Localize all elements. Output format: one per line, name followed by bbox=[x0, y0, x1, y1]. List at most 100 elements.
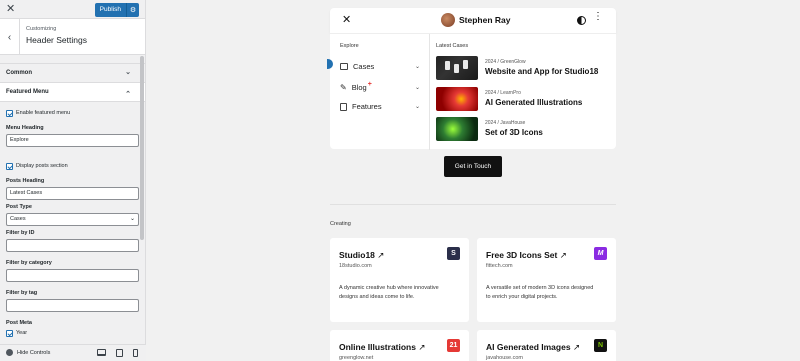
creating-heading: Creating bbox=[330, 221, 351, 227]
project-card[interactable]: Free 3D Icons Set ↗ fittech.com A versat… bbox=[477, 238, 616, 322]
year-row[interactable]: Year bbox=[6, 328, 139, 338]
external-link-icon: ↗ bbox=[418, 342, 426, 352]
section-title: Header Settings bbox=[26, 35, 87, 45]
menu-item-features[interactable]: Features ⌄ bbox=[340, 102, 420, 111]
display-posts-row[interactable]: Display posts section bbox=[6, 161, 139, 171]
project-domain: javahouse.com bbox=[486, 355, 523, 361]
project-domain: fittech.com bbox=[486, 263, 513, 269]
hide-controls-label: Hide Controls bbox=[17, 349, 51, 356]
chevron-down-icon: ⌄ bbox=[125, 69, 131, 76]
desktop-preview-icon[interactable] bbox=[97, 349, 106, 356]
menu-heading-input[interactable]: Explore bbox=[6, 134, 139, 147]
project-card[interactable]: Online Illustrations ↗ greenglow.net 21 bbox=[330, 330, 469, 361]
more-options-icon[interactable]: ⋮ bbox=[593, 12, 603, 22]
customizer-focus-marker[interactable] bbox=[327, 59, 333, 69]
accordion-featured-menu[interactable]: Featured Menu ⌃ bbox=[0, 83, 145, 102]
year-label: Year bbox=[16, 330, 28, 336]
site-header: ✕ Stephen Ray ⋮ bbox=[330, 8, 616, 33]
project-logo: M bbox=[594, 247, 607, 260]
site-preview: ✕ Stephen Ray ⋮ Explore Cases ⌄ ✎ Blog +… bbox=[146, 0, 800, 361]
spacer bbox=[0, 55, 145, 64]
publish-button[interactable]: Publish bbox=[94, 3, 127, 17]
menu-heading-label: Menu Heading bbox=[6, 125, 44, 131]
enable-featured-checkbox[interactable] bbox=[6, 109, 13, 117]
case-thumbnail bbox=[436, 87, 478, 111]
post-type-value: Cases bbox=[10, 216, 26, 222]
featured-menu: Explore Cases ⌄ ✎ Blog + ⌄ Features ⌄ La… bbox=[327, 33, 616, 150]
accordion-common[interactable]: Common ⌄ bbox=[0, 64, 145, 83]
site-owner-name[interactable]: Stephen Ray bbox=[459, 15, 511, 25]
post-type-select[interactable]: Cases ⌄ bbox=[6, 213, 139, 226]
close-menu-icon[interactable]: ✕ bbox=[342, 13, 351, 26]
collapse-icon bbox=[6, 349, 13, 356]
explore-heading: Explore bbox=[340, 43, 359, 49]
latest-cases-heading: Latest Cases bbox=[436, 43, 469, 49]
sidebar-scrollbar[interactable] bbox=[140, 56, 144, 240]
filter-id-input[interactable] bbox=[6, 239, 139, 252]
back-button[interactable]: ‹ bbox=[0, 19, 20, 55]
accordion-featured-label: Featured Menu bbox=[6, 89, 49, 95]
project-title[interactable]: Online Illustrations ↗ bbox=[339, 342, 425, 353]
chevron-down-icon: ⌄ bbox=[129, 216, 135, 222]
external-link-icon: ↗ bbox=[377, 250, 385, 260]
project-domain: greenglow.net bbox=[339, 355, 374, 361]
display-posts-checkbox[interactable] bbox=[6, 162, 13, 170]
menu-item-blog[interactable]: ✎ Blog + ⌄ bbox=[340, 81, 420, 92]
contrast-toggle-icon[interactable] bbox=[577, 16, 586, 25]
project-card[interactable]: AI Generated Images ↗ javahouse.com N bbox=[477, 330, 616, 361]
accordion-common-label: Common bbox=[6, 70, 32, 76]
project-domain: 18studio.com bbox=[339, 263, 372, 269]
customizer-footer: Hide Controls bbox=[0, 344, 146, 361]
post-meta-label: Post Meta bbox=[6, 320, 32, 326]
project-logo: 21 bbox=[447, 339, 460, 352]
section-subtitle: Customizing bbox=[26, 26, 57, 32]
briefcase-icon bbox=[340, 63, 348, 70]
new-badge: + bbox=[367, 81, 372, 88]
publish-group: Publish ⚙ bbox=[94, 3, 139, 17]
project-card[interactable]: Studio18 ↗ 18studio.com A dynamic creati… bbox=[330, 238, 469, 322]
external-link-icon: ↗ bbox=[559, 250, 567, 260]
avatar bbox=[441, 13, 455, 27]
mobile-preview-icon[interactable] bbox=[133, 349, 138, 357]
case-meta: 2024 / JavaHouse bbox=[485, 120, 526, 126]
project-title[interactable]: Free 3D Icons Set ↗ bbox=[486, 250, 567, 261]
tablet-preview-icon[interactable] bbox=[116, 349, 123, 357]
section-divider bbox=[330, 204, 616, 205]
case-title: Website and App for Studio18 bbox=[485, 67, 599, 76]
filter-category-input[interactable] bbox=[6, 269, 139, 282]
project-title[interactable]: AI Generated Images ↗ bbox=[486, 342, 580, 353]
pen-icon: ✎ bbox=[340, 83, 347, 92]
menu-item-label: Blog bbox=[351, 83, 367, 92]
case-title: AI Generated Illustrations bbox=[485, 98, 583, 107]
menu-item-cases[interactable]: Cases ⌄ bbox=[340, 62, 420, 71]
enable-featured-row[interactable]: Enable featured menu bbox=[6, 108, 139, 118]
customizer-sidebar: ✕ Publish ⚙ ‹ Customizing Header Setting… bbox=[0, 0, 146, 361]
customizer-top-bar: ✕ Publish ⚙ bbox=[0, 0, 145, 19]
case-title: Set of 3D Icons bbox=[485, 128, 543, 137]
year-checkbox[interactable] bbox=[6, 329, 13, 337]
close-customizer-icon[interactable]: ✕ bbox=[6, 3, 15, 15]
explore-menu: Explore Cases ⌄ ✎ Blog + ⌄ Features ⌄ bbox=[327, 34, 430, 150]
get-in-touch-button[interactable]: Get in Touch bbox=[444, 156, 502, 177]
chevron-down-icon: ⌄ bbox=[415, 64, 421, 70]
filter-id-label: Filter by ID bbox=[6, 230, 35, 236]
chevron-up-icon: ⌃ bbox=[125, 91, 131, 98]
posts-heading-input[interactable]: Latest Cases bbox=[6, 187, 139, 200]
menu-item-label: Cases bbox=[353, 62, 375, 71]
case-thumbnail bbox=[436, 56, 478, 80]
project-logo: N bbox=[594, 339, 607, 352]
case-meta: 2024 / GreenGlow bbox=[485, 59, 526, 65]
filter-tag-input[interactable] bbox=[6, 299, 139, 312]
enable-featured-label: Enable featured menu bbox=[16, 110, 71, 116]
project-logo: S bbox=[447, 247, 460, 260]
project-description: A dynamic creative hub where innovative … bbox=[339, 285, 439, 300]
chevron-down-icon: ⌄ bbox=[415, 104, 421, 110]
publish-settings-gear-icon[interactable]: ⚙ bbox=[127, 3, 139, 17]
hide-controls-button[interactable]: Hide Controls bbox=[6, 349, 50, 356]
case-meta: 2024 / LearnPro bbox=[485, 90, 521, 96]
featured-menu-panel: Enable featured menu Menu Heading Explor… bbox=[0, 102, 145, 338]
project-title[interactable]: Studio18 ↗ bbox=[339, 250, 384, 261]
external-link-icon: ↗ bbox=[572, 342, 581, 352]
post-type-label: Post Type bbox=[6, 204, 32, 210]
section-header: ‹ Customizing Header Settings bbox=[0, 19, 145, 55]
